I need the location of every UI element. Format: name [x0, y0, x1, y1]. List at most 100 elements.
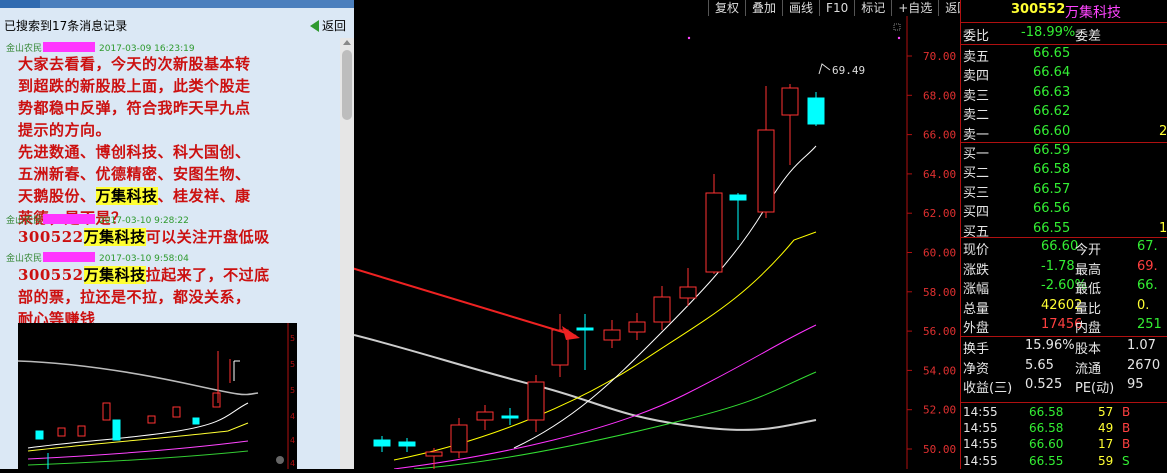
asks-price: 66.63 — [1033, 84, 1071, 100]
toolbar-draw-button[interactable]: 画线 — [782, 0, 819, 16]
bids-row: 买四 66.56 — [961, 200, 1167, 220]
scroll-thumb[interactable] — [342, 50, 352, 120]
tick-side: B — [1122, 437, 1131, 452]
chart-thumbnail-image[interactable]: 5 5 5 4 4 4 — [17, 323, 297, 469]
divider — [961, 402, 1167, 403]
asks-price: 66.62 — [1033, 104, 1071, 120]
stats-row: 总量 42602 量比 0. — [961, 297, 1167, 317]
candlestick-chart[interactable]: 70.00 68.00 66.00 64.00 62.00 60.00 58.00 56.00… — [354, 0, 960, 469]
stat-label: 涨幅 — [963, 282, 990, 298]
toolbar-f10-button[interactable]: F10 — [819, 0, 854, 16]
bids-row: 买一 66.59 — [961, 142, 1167, 162]
stat-label: 收益(三) — [963, 381, 1013, 397]
message-line: 天鹅股份、万集科技、桂发祥、康 — [18, 185, 314, 207]
candle-body — [576, 327, 594, 331]
message-line: 部的票，拉还是不拉，都没关系， — [18, 288, 251, 306]
toolbar-mark-button[interactable]: 标记 — [854, 0, 891, 16]
bids-row: 买二 66.58 — [961, 161, 1167, 181]
thumbnail-tick: 5 — [290, 360, 295, 369]
candle-body — [628, 321, 646, 333]
bids-label: 买四 — [963, 205, 990, 221]
message-time: 2017-03-10 9:28:22 — [99, 216, 189, 226]
message-meta: 金山农民 2017-03-10 9:58:04 — [6, 251, 189, 264]
message-line: 五洲新春、优德精密、安图生物、 — [18, 165, 251, 183]
redacted-name — [43, 214, 96, 224]
chat-history-panel: 已搜索到17条消息记录 返回 金山农民 2017-03-09 16:23:19 大… — [0, 0, 354, 469]
toolbar-add-watchlist-button[interactable]: +自选 — [891, 0, 938, 16]
highlighted-stock-name: 万集科技 — [83, 266, 146, 284]
stat-value: 1.07 — [1127, 338, 1156, 353]
ma30-line — [413, 371, 817, 469]
candle-body — [705, 192, 723, 273]
asks-row: 卖五 66.65 — [961, 45, 1167, 65]
chat-title-bar — [0, 0, 354, 8]
bids-price: 66.58 — [1033, 162, 1071, 178]
candle-body — [653, 296, 671, 323]
asks-row: 卖一 66.60 2 — [961, 123, 1167, 143]
candle-body — [398, 441, 416, 447]
message-meta: 金山农民 2017-03-10 9:28:22 — [6, 213, 189, 226]
stat-value: 0. — [1137, 297, 1150, 313]
price-tick-label: 58.00 — [923, 286, 956, 299]
tick-side: S — [1122, 453, 1130, 468]
asks-volume: 2 — [1159, 123, 1167, 139]
stat-value: 2670 — [1127, 357, 1161, 373]
asks-row: 卖二 66.62 — [961, 103, 1167, 123]
message-time: 2017-03-10 9:58:04 — [99, 254, 189, 264]
stat-value: 66.60 — [1041, 239, 1079, 254]
stat-value: 95 — [1127, 377, 1144, 393]
quote-title: 300552 万集科技 — [961, 1, 1167, 21]
search-result-summary: 已搜索到17条消息记录 — [4, 19, 128, 33]
asks-row: 卖四 66.64 — [961, 64, 1167, 84]
candle-body — [603, 329, 621, 341]
stat-label: 现价 — [963, 243, 990, 258]
zoom-icon[interactable] — [276, 456, 284, 464]
price-tick-label: 52.00 — [923, 404, 956, 417]
price-tick-label: 62.00 — [923, 207, 956, 220]
stat-label: 总量 — [963, 301, 990, 317]
price-tick-label: 64.00 — [923, 168, 956, 181]
candle-body — [476, 411, 494, 421]
message-text: 300522万集科技可以关注开盘低吸 — [18, 226, 314, 248]
message-line: 先进数通、博创科技、科大国创、 — [18, 143, 251, 161]
stats-row: 涨跌 -1.78 最高 69. — [961, 258, 1167, 278]
toolbar-fuquan-button[interactable]: 复权 — [708, 0, 745, 16]
price-tick-label: 68.00 — [923, 89, 956, 102]
stock-code: 300552 — [18, 266, 84, 284]
tick-time: 14:55 — [963, 437, 998, 452]
high-price-label: 69.49 — [832, 64, 865, 77]
tick-volume: 57 — [1098, 405, 1114, 419]
tick-side: B — [1122, 405, 1131, 419]
chart-dot — [687, 36, 691, 40]
tick-volume: 17 — [1098, 437, 1114, 452]
stat-label: 今开 — [1075, 243, 1102, 258]
scroll-up-icon[interactable] — [343, 40, 351, 45]
stat-label: 涨跌 — [963, 262, 990, 278]
back-arrow-icon — [309, 19, 319, 32]
stats-row: 外盘 17456 内盘 251 — [961, 316, 1167, 336]
tick-price: 66.60 — [1029, 437, 1064, 452]
asks-label: 卖五 — [963, 50, 990, 65]
asks-price: 66.65 — [1033, 46, 1071, 61]
chat-scrollbar[interactable] — [340, 38, 354, 469]
candlesticks — [354, 84, 825, 469]
stat-value: 67. — [1137, 239, 1158, 254]
message-fragment: 可以关注开盘低吸 — [145, 228, 270, 246]
toolbar-overlay-button[interactable]: 叠加 — [745, 0, 782, 16]
tick-time: 14:55 — [963, 421, 998, 436]
redacted-name — [43, 42, 96, 52]
chart-dot — [897, 36, 901, 40]
bids-price: 66.59 — [1033, 143, 1071, 158]
stat-value: 5.65 — [1025, 357, 1054, 373]
message-line: 300522万集科技可以关注开盘低吸 — [18, 226, 314, 248]
chat-tab-active[interactable] — [0, 0, 40, 8]
message-fragment: 拉起来了，不过底 — [145, 266, 270, 284]
asks-price: 66.60 — [1033, 123, 1071, 139]
candle-body — [757, 129, 775, 213]
stat-label: 净资 — [963, 361, 990, 377]
message-line: 提示的方向。 — [18, 121, 112, 139]
back-button[interactable]: 返回 — [309, 17, 346, 34]
thumbnail-tick: 5 — [290, 334, 295, 343]
asks-row: 卖三 66.63 — [961, 84, 1167, 104]
message-line: 势都稳中反弹，符合我昨天早九点 — [18, 99, 251, 117]
